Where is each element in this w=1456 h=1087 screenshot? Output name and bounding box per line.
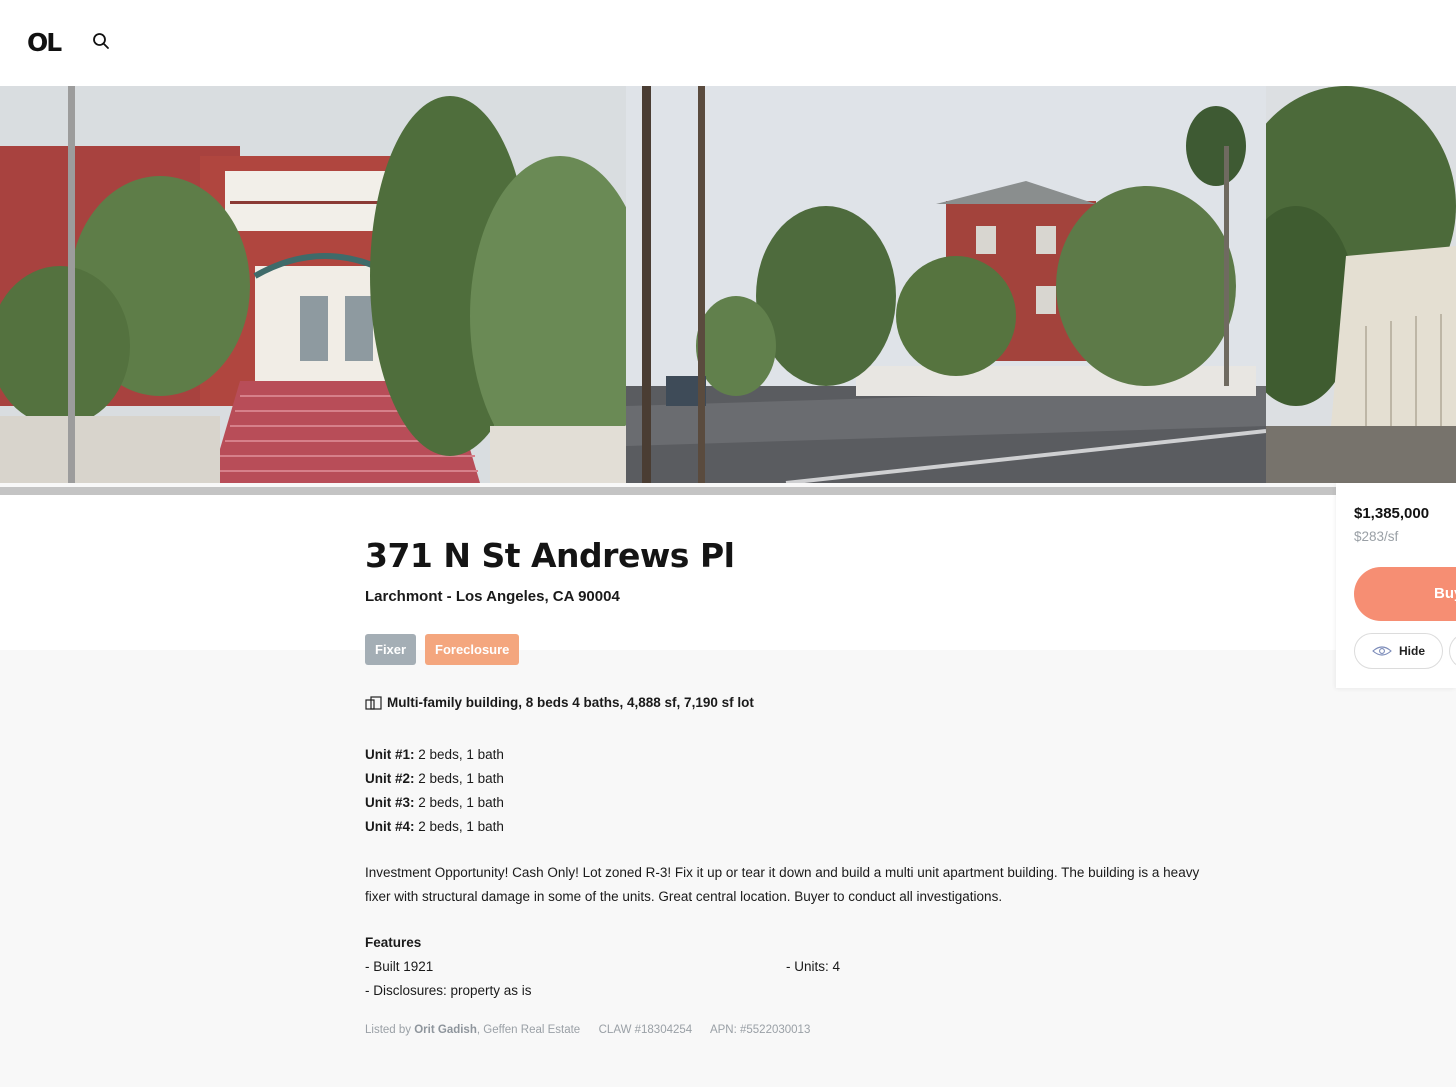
listing-credits: Listed by Orit Gadish, Geffen Real Estat… (365, 1024, 811, 1036)
gallery-scrollbar[interactable] (0, 487, 1336, 495)
property-summary: Multi-family building, 8 beds 4 baths, 4… (365, 695, 754, 710)
price: $1,385,000 (1354, 505, 1430, 522)
property-address: 371 N St Andrews Pl (365, 536, 735, 575)
price-card: $1,385,000 $283/sf Buy Hide (1336, 483, 1456, 688)
feature-disclosures: - Disclosures: property as is (365, 983, 532, 998)
price-per-sf: $283/sf (1354, 529, 1399, 544)
feature-units: - Units: 4 (786, 959, 841, 974)
more-actions-button[interactable] (1449, 633, 1456, 669)
features-heading: Features (365, 935, 422, 950)
tag-fixer[interactable]: Fixer (365, 634, 417, 665)
unit-row: Unit #2: 2 beds, 1 bath (365, 771, 504, 786)
unit-row: Unit #3: 2 beds, 1 bath (365, 795, 504, 810)
eye-icon (1372, 646, 1392, 656)
buy-button[interactable]: Buy (1354, 567, 1456, 621)
property-photo-2[interactable] (626, 86, 1266, 483)
agent-name[interactable]: Orit Gadish (414, 1024, 477, 1036)
search-icon[interactable] (92, 32, 110, 50)
tag-foreclosure[interactable]: Foreclosure (425, 634, 520, 665)
summary-text: Multi-family building, 8 beds 4 baths, 4… (387, 695, 754, 710)
unit-row: Unit #4: 2 beds, 1 bath (365, 819, 504, 834)
building-icon (365, 695, 382, 710)
unit-row: Unit #1: 2 beds, 1 bath (365, 747, 504, 762)
property-location: Larchmont - Los Angeles, CA 90004 (365, 588, 620, 605)
photo-gallery[interactable] (0, 86, 1456, 483)
apn-number: APN: #5522030013 (709, 1024, 811, 1036)
claw-number: CLAW #18304254 (598, 1024, 693, 1036)
property-photo-3[interactable] (1266, 86, 1456, 483)
logo[interactable]: OL (27, 28, 62, 57)
hide-label: Hide (1398, 644, 1425, 658)
property-description: Investment Opportunity! Cash Only! Lot z… (365, 865, 1200, 904)
hide-button[interactable]: Hide (1354, 633, 1443, 669)
top-bar: OL (0, 0, 1456, 86)
feature-built: - Built 1921 (365, 959, 434, 974)
unit-list: Unit #1: 2 beds, 1 bath Unit #2: 2 beds,… (365, 743, 504, 839)
property-photo-1[interactable] (0, 86, 626, 483)
